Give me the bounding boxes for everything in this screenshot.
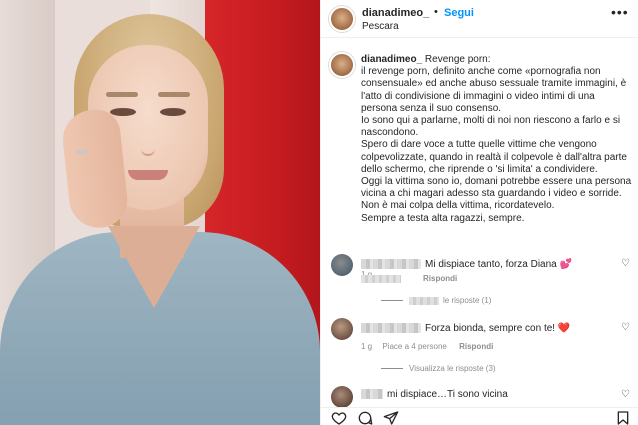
reply-button[interactable]: Rispondi xyxy=(423,274,457,283)
caption-line: Io sono qui a parlarne, molti di noi non… xyxy=(361,115,621,139)
comment-text: mi dispiace…Ti sono vicina xyxy=(361,389,508,400)
caption-line: Spero di dare voce a tutte quelle vittim… xyxy=(361,139,627,175)
comment-meta: Rispondi xyxy=(361,274,457,283)
commenter-avatar[interactable] xyxy=(331,386,353,408)
comment-likes[interactable]: Piace a 4 persone xyxy=(382,342,447,351)
post-image[interactable] xyxy=(0,0,320,425)
caption-line: Non è mai colpa della vittima, ricordate… xyxy=(361,200,555,212)
replies-divider xyxy=(381,300,403,302)
post-action-bar xyxy=(321,407,638,425)
caption-line: Oggi la vittima sono io, domani potrebbe… xyxy=(361,176,632,200)
comment-meta: 1 g Piace a 4 persone Rispondi xyxy=(361,342,493,351)
author-username[interactable]: dianadimeo_ xyxy=(362,7,429,19)
post-location[interactable]: Pescara xyxy=(362,21,399,32)
caption-line: Revenge porn: xyxy=(424,54,491,65)
heart-icon[interactable]: ♡ xyxy=(621,258,630,269)
commenter-username-redacted[interactable] xyxy=(361,259,421,270)
replies-redacted xyxy=(409,296,439,305)
heart-icon[interactable] xyxy=(331,410,347,425)
heart-icon[interactable]: ♡ xyxy=(621,322,630,333)
follow-button[interactable]: Segui xyxy=(444,7,474,19)
caption-text: dianadimeo_ Revenge porn: il revenge por… xyxy=(361,54,633,225)
reply-button[interactable]: Rispondi xyxy=(459,342,493,351)
caption-username[interactable]: dianadimeo_ xyxy=(361,54,422,65)
comment-body: Mi dispiace tanto, forza Diana 💕 xyxy=(425,259,572,270)
commenter-avatar[interactable] xyxy=(331,318,353,340)
caption-line: il revenge porn, definito anche come «po… xyxy=(361,66,627,114)
right-eye xyxy=(160,108,186,116)
mouth xyxy=(128,170,168,180)
view-replies-label[interactable]: le risposte (1) xyxy=(443,296,491,305)
commenter-avatar[interactable] xyxy=(331,254,353,276)
caption-line: Sempre a testa alta ragazzi, sempre. xyxy=(361,212,525,224)
commenter-username-redacted[interactable] xyxy=(361,389,383,400)
ellipsis-icon[interactable]: ••• xyxy=(611,4,629,20)
post-header: dianadimeo_ • Segui Pescara ••• xyxy=(321,0,638,38)
comment-timestamp: 1 g xyxy=(361,342,373,351)
view-replies-label[interactable]: Visualizza le risposte (3) xyxy=(409,364,496,373)
comment-meta-redacted xyxy=(361,274,401,283)
post-details-panel: dianadimeo_ • Segui Pescara ••• dianadim… xyxy=(320,0,638,425)
comment-text: Forza bionda, sempre con te! ❤️ xyxy=(361,323,570,334)
comment-body: mi dispiace…Ti sono vicina xyxy=(387,389,508,400)
bookmark-icon[interactable] xyxy=(615,410,631,425)
comment-body: Forza bionda, sempre con te! ❤️ xyxy=(425,323,571,334)
heart-icon[interactable]: ♡ xyxy=(621,389,630,400)
header-separator: • xyxy=(434,6,438,18)
caption-avatar[interactable] xyxy=(329,52,355,78)
commenter-username-redacted[interactable] xyxy=(361,323,421,334)
comment-icon[interactable] xyxy=(357,410,373,425)
left-eye xyxy=(110,108,136,116)
comment-text: Mi dispiace tanto, forza Diana 💕 xyxy=(361,259,572,270)
paper-plane-icon[interactable] xyxy=(383,410,399,425)
nose xyxy=(141,120,155,156)
view-replies-button[interactable]: Visualizza le risposte (3) xyxy=(381,364,496,373)
right-eyebrow xyxy=(158,92,190,97)
view-replies-button[interactable]: le risposte (1) xyxy=(381,296,491,305)
author-avatar[interactable] xyxy=(329,6,355,32)
replies-divider xyxy=(381,368,403,370)
left-eyebrow xyxy=(106,92,138,97)
